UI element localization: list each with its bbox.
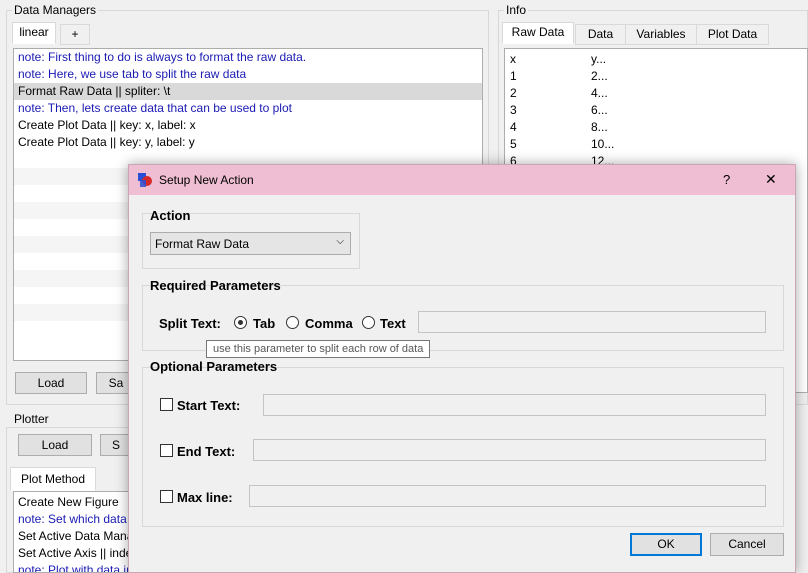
tab-raw-data[interactable]: Raw Data [502, 22, 574, 44]
tab-data[interactable]: Data [575, 24, 626, 45]
plotter-load-button[interactable]: Load [18, 434, 92, 456]
table-cell: 4... [591, 86, 608, 100]
table-cell: 5 [510, 137, 517, 151]
app-icon [137, 172, 153, 188]
optional-params-label: Optional Parameters [150, 359, 278, 374]
tab-add[interactable]: + [60, 24, 90, 45]
table-cell: 4 [510, 120, 517, 134]
cancel-button[interactable]: Cancel [710, 533, 784, 556]
required-params-label: Required Parameters [150, 278, 281, 293]
table-cell: 6... [591, 103, 608, 117]
table-row[interactable]: 2 4... [505, 85, 807, 102]
plotter-title: Plotter [12, 412, 51, 426]
table-cell: y... [591, 52, 607, 66]
start-text-input[interactable] [263, 394, 766, 416]
setup-new-action-dialog: Setup New Action ? ✕ Action Format Raw D… [128, 164, 796, 573]
dialog-titlebar[interactable]: Setup New Action ? ✕ [129, 165, 795, 195]
end-text-input[interactable] [253, 439, 766, 461]
split-text-tooltip: use this parameter to split each row of … [206, 340, 431, 358]
table-cell: 3 [510, 103, 517, 117]
dialog-title: Setup New Action [159, 173, 254, 187]
max-line-input[interactable] [249, 485, 766, 507]
load-button[interactable]: Load [15, 372, 87, 394]
table-cell: 2... [591, 69, 608, 83]
table-cell: x [510, 52, 516, 66]
max-line-checkbox[interactable] [160, 490, 173, 503]
list-item[interactable]: note: First thing to do is always to for… [14, 49, 482, 66]
end-text-checkbox[interactable] [160, 444, 173, 457]
table-row[interactable]: 3 6... [505, 102, 807, 119]
list-item[interactable]: Format Raw Data || spliter: \t [14, 83, 482, 100]
split-text-input[interactable] [418, 311, 766, 333]
table-cell: 10... [591, 137, 615, 151]
info-title: Info [504, 3, 529, 17]
end-text-label[interactable]: End Text: [177, 444, 235, 459]
list-item[interactable]: note: Then, lets create data that can be… [14, 100, 482, 117]
radio-text-label[interactable]: Text [380, 316, 406, 331]
table-row[interactable]: 1 2... [505, 68, 807, 85]
radio-tab-label[interactable]: Tab [253, 316, 275, 331]
tab-plot-method[interactable]: Plot Method [10, 467, 96, 491]
max-line-label[interactable]: Max line: [177, 490, 233, 505]
close-icon[interactable]: ✕ [765, 171, 777, 188]
chevron-down-icon: ⌵ [336, 236, 344, 247]
tab-linear[interactable]: linear [12, 22, 56, 44]
split-text-label: Split Text: [159, 316, 221, 331]
table-cell: 1 [510, 69, 517, 83]
help-button[interactable]: ? [723, 172, 730, 187]
start-text-label[interactable]: Start Text: [177, 398, 240, 413]
ok-button[interactable]: OK [630, 533, 702, 556]
list-item[interactable]: note: Here, we use tab to split the raw … [14, 66, 482, 83]
table-cell: 2 [510, 86, 517, 100]
list-item[interactable]: Create Plot Data || key: x, label: x [14, 117, 482, 134]
action-select-value: Format Raw Data [155, 237, 250, 251]
tab-plot-data[interactable]: Plot Data [696, 24, 769, 45]
tab-variables[interactable]: Variables [625, 24, 697, 45]
start-text-checkbox[interactable] [160, 398, 173, 411]
table-row[interactable]: 5 10... [505, 136, 807, 153]
table-cell: 8... [591, 120, 608, 134]
radio-tab[interactable] [234, 316, 247, 329]
action-label: Action [150, 208, 191, 223]
table-row[interactable]: x y... [505, 51, 807, 68]
data-managers-title: Data Managers [12, 3, 99, 17]
list-item[interactable]: Create Plot Data || key: y, label: y [14, 134, 482, 151]
radio-comma-label[interactable]: Comma [305, 316, 353, 331]
radio-comma[interactable] [286, 316, 299, 329]
action-select[interactable]: Format Raw Data ⌵ [150, 232, 351, 255]
table-row[interactable]: 4 8... [505, 119, 807, 136]
radio-text[interactable] [362, 316, 375, 329]
